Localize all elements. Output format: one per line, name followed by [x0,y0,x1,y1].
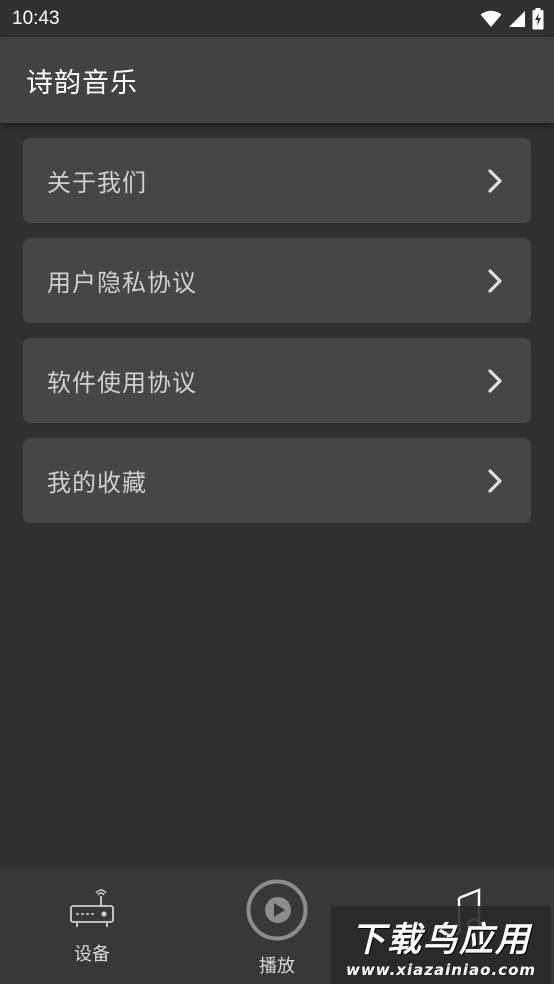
menu-item-label: 用户隐私协议 [47,269,197,297]
app-bar: 诗韵音乐 [0,37,554,123]
menu-item-about-us[interactable]: 关于我们 [23,138,531,223]
wifi-icon [480,10,502,28]
nav-tab-label: 设备 [74,944,110,965]
play-circle-icon [245,878,309,946]
menu-item-label: 我的收藏 [47,469,147,497]
nav-tab-play[interactable]: 播放 [235,878,319,978]
battery-charging-icon [532,7,544,30]
chevron-right-icon [487,168,503,194]
chevron-right-icon [487,368,503,394]
app-title: 诗韵音乐 [26,67,138,99]
menu-item-software-agreement[interactable]: 软件使用协议 [23,338,531,423]
watermark-title: 下载鸟应用 [351,919,531,960]
watermark: 下载鸟应用 www.xiazainiao.com [331,906,551,984]
router-device-icon [69,886,115,934]
cellular-signal-icon [508,10,526,28]
chevron-right-icon [487,468,503,494]
menu-item-label: 软件使用协议 [47,369,197,397]
menu-item-privacy-policy[interactable]: 用户隐私协议 [23,238,531,323]
status-bar: 10:43 [0,0,554,37]
watermark-url: www.xiazainiao.com [345,960,537,979]
menu-item-my-favorites[interactable]: 我的收藏 [23,438,531,523]
menu-list: 关于我们 用户隐私协议 软件使用协议 我的收藏 [23,138,531,538]
chevron-right-icon [487,268,503,294]
nav-tab-label: 播放 [259,956,295,977]
status-time: 10:43 [12,7,60,29]
menu-item-label: 关于我们 [47,169,147,197]
nav-tab-device[interactable]: 设备 [52,886,132,966]
status-icons [480,7,544,30]
